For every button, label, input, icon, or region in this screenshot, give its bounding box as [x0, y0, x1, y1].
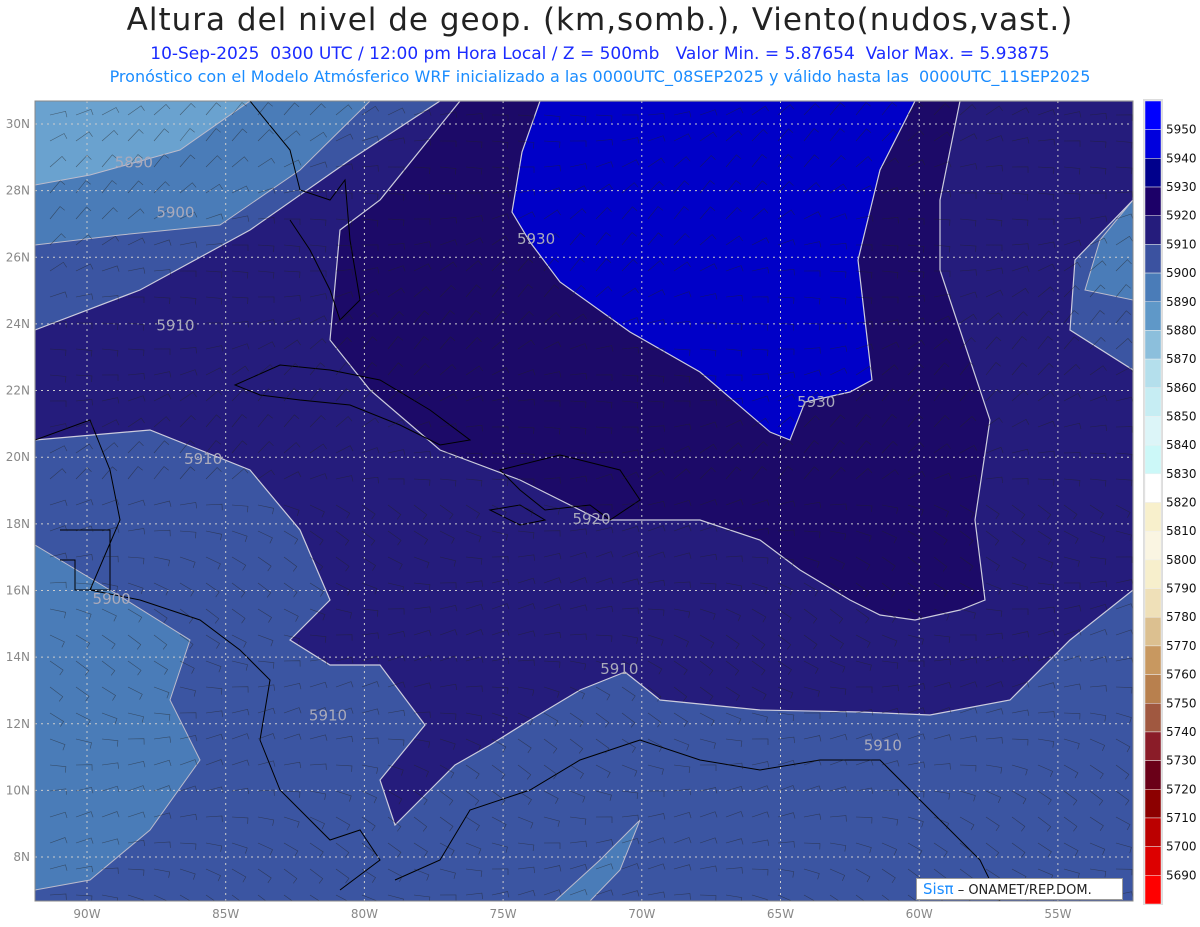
contour-label: 5930: [797, 393, 835, 411]
colorbar-label: 5900: [1166, 266, 1197, 280]
colorbar-swatch: [1144, 416, 1162, 446]
lat-label: 8N: [13, 850, 30, 864]
lat-label: 10N: [6, 783, 30, 797]
colorbar-label: 5770: [1166, 639, 1197, 653]
lat-label: 18N: [6, 517, 30, 531]
colorbar-swatch: [1144, 703, 1162, 733]
colorbar-swatch: [1144, 846, 1162, 876]
lat-label: 26N: [6, 250, 30, 264]
colorbar-swatch: [1144, 301, 1162, 331]
colorbar-swatch: [1144, 817, 1162, 847]
colorbar-label: 5850: [1166, 409, 1197, 423]
colorbar-swatch: [1144, 645, 1162, 675]
colorbar-label: 5940: [1166, 151, 1197, 165]
lat-label: 12N: [6, 717, 30, 731]
contour-label: 5920: [572, 510, 610, 528]
colorbar-label: 5780: [1166, 610, 1197, 624]
colorbar-label: 5690: [1166, 868, 1197, 882]
contour-label: 5890: [115, 153, 153, 171]
contour-label: 5900: [93, 590, 131, 608]
colorbar-label: 5820: [1166, 496, 1197, 510]
lon-label: 60W: [906, 907, 933, 921]
lon-label: 65W: [767, 907, 794, 921]
lat-label: 20N: [6, 450, 30, 464]
colorbar-swatch: [1144, 875, 1162, 905]
lon-label: 70W: [628, 907, 655, 921]
lat-label: 28N: [6, 184, 30, 198]
colorbar-swatch: [1144, 272, 1162, 303]
colorbar-label: 5800: [1166, 553, 1197, 567]
colorbar-label: 5910: [1166, 237, 1197, 251]
colorbar-swatch: [1144, 473, 1162, 503]
lat-label: 14N: [6, 650, 30, 664]
colorbar-label: 5860: [1166, 381, 1197, 395]
map-fill: 5890 5900 5930 5910 5930 5910 5920 5900 5910 5910…: [35, 101, 1133, 901]
colorbar-label: 5740: [1166, 725, 1197, 739]
contour-label: 5910: [309, 706, 347, 724]
credit-box: Sisπ – ONAMET/REP.DOM.: [916, 878, 1123, 900]
colorbar-swatch: [1144, 158, 1162, 188]
colorbar-swatch: [1144, 559, 1162, 589]
colorbar-swatch: [1144, 330, 1162, 360]
colorbar-label: 5920: [1166, 209, 1197, 223]
credit-text: – ONAMET/REP.DOM.: [957, 883, 1092, 898]
colorbar-swatch: [1144, 674, 1162, 704]
colorbar-label: 5880: [1166, 323, 1197, 337]
contour-label: 5910: [600, 660, 638, 678]
colorbar-label: 5790: [1166, 582, 1197, 596]
colorbar-label: 5720: [1166, 782, 1197, 796]
lat-label: 22N: [6, 384, 30, 398]
colorbar-swatch: [1144, 387, 1162, 417]
colorbar-swatch: [1144, 789, 1162, 819]
colorbar-label: 5950: [1166, 123, 1197, 137]
contour-label: 5900: [156, 203, 194, 221]
sispi-logo: Sisπ: [923, 880, 954, 898]
colorbar-swatch: [1144, 616, 1162, 647]
contour-label: 5930: [517, 230, 555, 248]
colorbar: 5950 5940 5930 5920 5910 5900 5890 5880 5870 5860…: [1143, 99, 1197, 905]
lat-label: 16N: [6, 583, 30, 597]
colorbar-swatch: [1144, 760, 1162, 790]
colorbar-label: 5750: [1166, 696, 1197, 710]
colorbar-swatch: [1144, 358, 1162, 389]
contour-label: 5910: [864, 736, 902, 754]
lat-label: 24N: [6, 317, 30, 331]
colorbar-label: 5930: [1166, 180, 1197, 194]
colorbar-label: 5730: [1166, 754, 1197, 768]
colorbar-label: 5890: [1166, 295, 1197, 309]
lat-label: 30N: [6, 117, 30, 131]
colorbar-label: 5760: [1166, 668, 1197, 682]
colorbar-swatch: [1144, 186, 1162, 216]
colorbar-label: 5870: [1166, 352, 1197, 366]
colorbar-label: 5710: [1166, 811, 1197, 825]
lon-label: 55W: [1044, 907, 1071, 921]
colorbar-swatch: [1144, 444, 1162, 475]
contour-label: 5910: [156, 317, 194, 335]
colorbar-swatch: [1144, 244, 1162, 274]
colorbar-swatch: [1144, 215, 1162, 245]
colorbar-swatch: [1144, 530, 1162, 561]
colorbar-label: 5700: [1166, 840, 1197, 854]
lon-label: 80W: [351, 907, 378, 921]
colorbar-swatch: [1144, 502, 1162, 532]
lon-label: 90W: [73, 907, 100, 921]
geopotential-map: 5890 5900 5930 5910 5930 5910 5920 5900 5910 5910…: [6, 99, 1197, 921]
colorbar-swatch: [1144, 100, 1162, 130]
colorbar-swatch: [1144, 731, 1162, 761]
colorbar-label: 5830: [1166, 467, 1197, 481]
colorbar-swatch: [1144, 588, 1162, 618]
lon-label: 85W: [212, 907, 239, 921]
colorbar-swatch: [1144, 129, 1162, 159]
contour-label: 5910: [184, 450, 222, 468]
lon-label: 75W: [490, 907, 517, 921]
colorbar-label: 5810: [1166, 524, 1197, 538]
colorbar-label: 5840: [1166, 438, 1197, 452]
